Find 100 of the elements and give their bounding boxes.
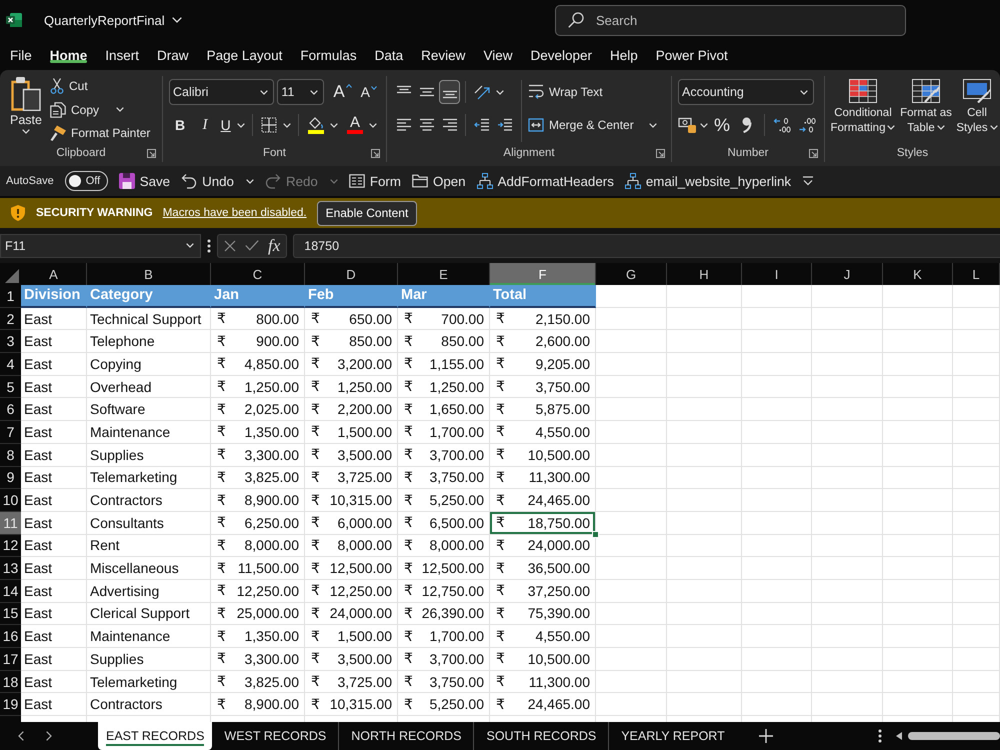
form-button[interactable]: Form	[348, 169, 401, 193]
row-header[interactable]: 6	[0, 398, 21, 422]
menu-tab[interactable]: Draw	[148, 40, 198, 70]
menu-tab[interactable]: Developer	[521, 40, 602, 70]
more-options-icon[interactable]	[207, 238, 211, 252]
row-header[interactable]: 7	[0, 421, 21, 444]
row-header[interactable]: 13	[0, 557, 21, 580]
scrollbar-thumb[interactable]	[908, 732, 1000, 740]
dialog-launcher-icon[interactable]	[656, 148, 665, 158]
menu-tab[interactable]: Review	[412, 40, 474, 70]
column-header[interactable]: H	[667, 263, 742, 285]
check-icon[interactable]	[245, 240, 259, 251]
row-header[interactable]: 15	[0, 602, 21, 626]
merge-center-button[interactable]: Merge & Center	[528, 111, 657, 139]
row-header[interactable]: 8	[0, 444, 21, 466]
row-header[interactable]: 14	[0, 580, 21, 603]
row-header[interactable]: 12	[0, 534, 21, 558]
save-button[interactable]: Save	[118, 169, 170, 193]
file-name-button[interactable]: QuarterlyReportFinal	[44, 12, 182, 28]
select-all-icon[interactable]	[5, 269, 19, 283]
undo-button[interactable]: Undo	[181, 169, 254, 193]
column-header[interactable]: L	[953, 263, 1000, 285]
dialog-launcher-icon[interactable]	[809, 148, 818, 158]
dialog-launcher-icon[interactable]	[147, 148, 156, 158]
menu-tab[interactable]: Help	[601, 40, 647, 70]
dialog-launcher-icon[interactable]	[371, 148, 380, 158]
search-field[interactable]: Search	[555, 4, 906, 36]
font-size-dropdown[interactable]: 11	[277, 79, 324, 105]
row-header[interactable]: 9	[0, 466, 21, 490]
grow-font-button[interactable]: A	[330, 82, 355, 102]
scroll-left-icon[interactable]	[896, 732, 902, 740]
menu-tab[interactable]: Home	[40, 40, 96, 70]
copy-button[interactable]: Copy	[50, 98, 150, 120]
empty-cell	[742, 421, 812, 444]
column-header[interactable]: I	[742, 263, 812, 285]
plus-icon[interactable]	[758, 729, 773, 743]
sheet-tab[interactable]: YEARLY REPORT	[608, 722, 737, 750]
align-bottom-button[interactable]	[439, 80, 460, 104]
row-header[interactable]: 18	[0, 670, 21, 694]
macro-button[interactable]: email_website_hyperlink	[624, 169, 792, 193]
chevron-left-icon[interactable]	[18, 731, 24, 741]
fill-handle[interactable]	[592, 530, 599, 538]
autosave-toggle[interactable]: Off	[64, 171, 108, 191]
row-header[interactable]: 3	[0, 330, 21, 354]
row-header[interactable]: 10	[0, 489, 21, 512]
cross-icon[interactable]	[224, 240, 236, 252]
row-header[interactable]: 19	[0, 693, 21, 716]
percent-style-button[interactable]: %	[711, 113, 733, 137]
empty-cell	[812, 466, 883, 490]
sheet-tab[interactable]: WEST RECORDS	[212, 722, 338, 750]
menu-tab[interactable]: Power Pivot	[646, 40, 737, 70]
formula-field[interactable]: 18750	[293, 234, 1000, 258]
font-name-dropdown[interactable]: Calibri	[169, 79, 274, 105]
column-header[interactable]: K	[883, 263, 953, 285]
cut-button[interactable]: Cut	[50, 75, 150, 97]
chevron-right-icon[interactable]	[46, 731, 52, 741]
underline-button[interactable]: U	[219, 113, 246, 137]
insert-function-button[interactable]: fx	[268, 236, 280, 256]
row-header[interactable]: 1	[0, 285, 21, 308]
row-header[interactable]: 17	[0, 648, 21, 671]
name-box[interactable]: F11	[0, 234, 201, 258]
row-header[interactable]: 5	[0, 376, 21, 398]
open-button[interactable]: Open	[412, 169, 466, 193]
caret-icon	[887, 125, 896, 130]
format-as-table-button[interactable]: Format as Table	[898, 76, 954, 144]
menu-tab[interactable]: Formulas	[291, 40, 366, 70]
sheet-tab[interactable]: EAST RECORDS	[98, 722, 212, 750]
font-color-button[interactable]: A	[344, 113, 380, 137]
shrink-font-button[interactable]: A	[358, 84, 380, 100]
bold-button[interactable]: B	[169, 113, 191, 137]
menu-tab[interactable]: View	[474, 40, 522, 70]
macros-link[interactable]: Macros have been disabled.	[162, 207, 307, 219]
row-header[interactable]: 16	[0, 625, 21, 648]
menu-tab[interactable]: Page Layout	[198, 40, 292, 70]
menu-tab[interactable]: Insert	[96, 40, 148, 70]
customize-toolbar-icon[interactable]	[802, 176, 814, 186]
macro-button[interactable]: AddFormatHeaders	[476, 169, 614, 193]
row-header[interactable]: 4	[0, 353, 21, 376]
format-painter-button[interactable]: Format Painter	[50, 122, 150, 144]
row-header[interactable]: 11	[0, 512, 21, 535]
number-format-dropdown[interactable]: Accounting	[678, 79, 814, 105]
sheet-tab[interactable]: SOUTH RECORDS	[473, 722, 608, 750]
conditional-formatting-button[interactable]: Conditional Formatting	[829, 76, 897, 144]
sheet-tab[interactable]: NORTH RECORDS	[338, 722, 474, 750]
menu-tab[interactable]: File	[1, 40, 41, 70]
column-header[interactable]: G	[596, 263, 667, 285]
cell-styles-button[interactable]: Cell Styles	[955, 76, 999, 144]
column-header[interactable]: J	[812, 263, 883, 285]
menu-tab[interactable]: Data	[366, 40, 412, 70]
italic-button[interactable]: I	[194, 113, 216, 137]
enable-content-button[interactable]: Enable Content	[316, 200, 418, 226]
paste-button[interactable]: Paste	[6, 76, 46, 144]
empty-cell	[812, 376, 883, 398]
row-header[interactable]: 2	[0, 308, 21, 330]
table-cell: East	[21, 670, 87, 694]
more-options-icon[interactable]	[878, 729, 882, 743]
column-header[interactable]: F	[490, 263, 596, 285]
wrap-text-button[interactable]: Wrap Text	[528, 78, 657, 106]
empty-cell	[596, 421, 667, 444]
table-cell: ₹ 2,200.00	[305, 398, 398, 422]
